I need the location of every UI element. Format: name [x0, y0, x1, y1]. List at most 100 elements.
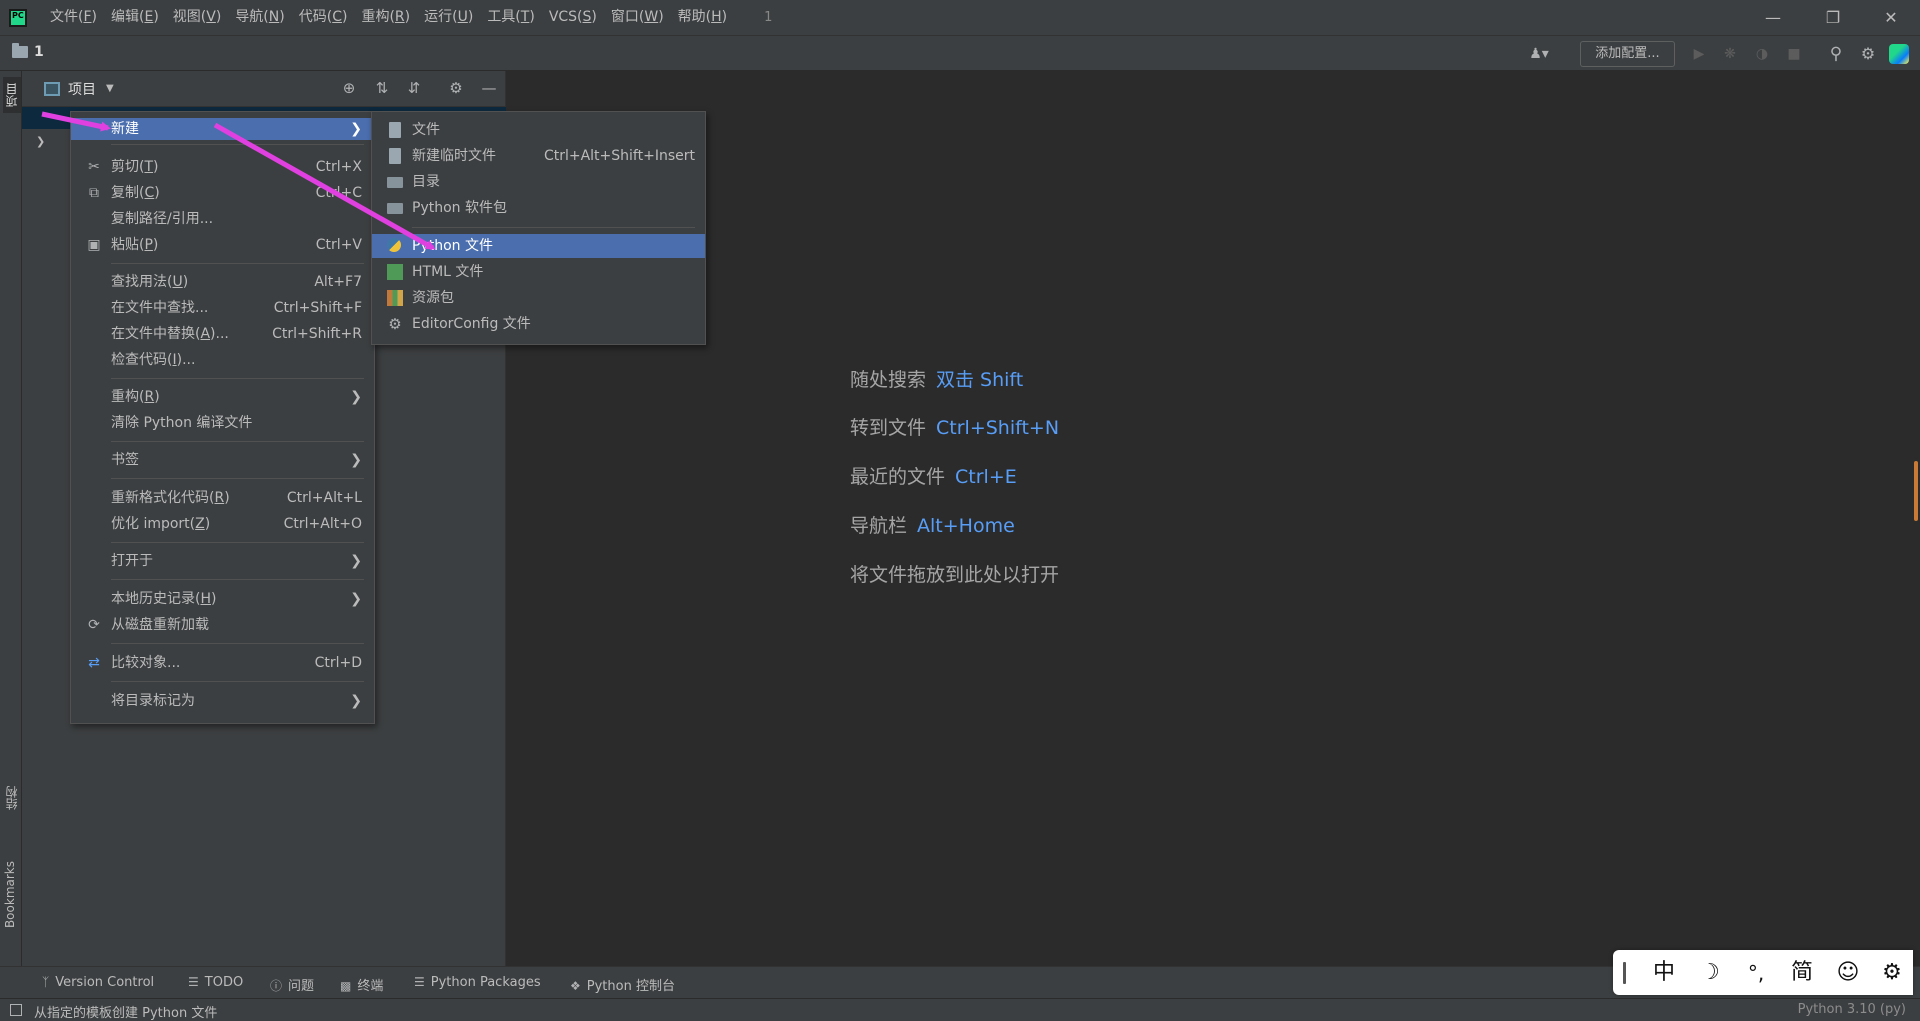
emoji-icon[interactable]: ☺	[1833, 958, 1863, 988]
folder-icon	[12, 43, 28, 58]
menu-vcs[interactable]: VCS(S)	[542, 0, 604, 35]
menu-navigate[interactable]: 导航(N)	[228, 0, 291, 35]
add-configuration-button[interactable]: 添加配置...	[1580, 41, 1675, 67]
copy-icon: ⧉	[89, 185, 99, 201]
list-icon: ☰	[188, 975, 199, 989]
package-icon	[387, 203, 403, 214]
punctuation-icon[interactable]: °,	[1741, 958, 1771, 988]
menu-item-inspect-code[interactable]: 检查代码(I)...	[71, 349, 374, 371]
panel-gear-icon[interactable]: ⚙	[447, 79, 465, 97]
locate-icon[interactable]: ⊕	[340, 79, 358, 97]
menu-item-copy[interactable]: ⧉ 复制(C) Ctrl+C	[71, 182, 374, 204]
ime-script-button[interactable]: 简	[1787, 958, 1817, 988]
context-menu: 新建 ❯ ✂ 剪切(T) Ctrl+X ⧉ 复制(C) Ctrl+C 复制路径/…	[70, 111, 375, 724]
tab-terminal[interactable]: ▩ 终端	[340, 975, 383, 994]
debug-icon[interactable]: ❋	[1721, 45, 1739, 63]
menu-separator	[412, 227, 695, 228]
code-with-me-icon[interactable]	[1889, 44, 1909, 64]
moon-icon[interactable]: ☽	[1695, 958, 1725, 988]
stop-icon[interactable]: ■	[1785, 45, 1803, 63]
menu-item-new[interactable]: 新建 ❯	[71, 118, 374, 140]
close-icon[interactable]: ✕	[1862, 0, 1920, 35]
layout-toggle-icon[interactable]	[10, 1004, 22, 1016]
chevron-right-icon: ❯	[350, 693, 362, 709]
menu-run[interactable]: 运行(U)	[417, 0, 480, 35]
tab-bookmarks[interactable]: Bookmarks	[3, 861, 17, 928]
expand-all-icon[interactable]: ⇅	[373, 79, 391, 97]
submenu-item-python-package[interactable]: Python 软件包	[372, 196, 705, 220]
search-icon[interactable]: ⚲	[1827, 45, 1845, 63]
settings-icon[interactable]: ⚙	[1877, 958, 1907, 988]
chevron-down-icon[interactable]: ▼	[106, 83, 114, 94]
user-icon[interactable]: ♟▾	[1522, 45, 1556, 63]
menu-tools[interactable]: 工具(T)	[480, 0, 542, 35]
gear-icon[interactable]: ⚙	[1859, 45, 1877, 63]
menu-view[interactable]: 视图(V)	[166, 0, 229, 35]
menu-item-compare-with[interactable]: ⇄ 比较对象... Ctrl+D	[71, 652, 374, 674]
submenu-item-editorconfig[interactable]: ⚙ EditorConfig 文件	[372, 312, 705, 336]
menu-item-reload-from-disk[interactable]: ⟳ 从磁盘重新加载	[71, 614, 374, 636]
chevron-right-icon[interactable]: ❯	[36, 135, 45, 148]
menu-separator	[111, 681, 364, 682]
menu-item-bookmarks[interactable]: 书签 ❯	[71, 449, 374, 471]
window-project-name: 1	[764, 10, 773, 25]
menu-item-optimize-imports[interactable]: 优化 import(Z) Ctrl+Alt+O	[71, 513, 374, 535]
hint-navigation-bar: 导航栏 Alt+Home	[850, 515, 1015, 537]
menu-window[interactable]: 窗口(W)	[604, 0, 671, 35]
menu-item-find-in-files[interactable]: 在文件中查找... Ctrl+Shift+F	[71, 297, 374, 319]
project-panel-header: 项目 ▼ ⊕ ⇅ ⇵ ⚙ —	[22, 71, 505, 107]
coverage-icon[interactable]: ◑	[1753, 45, 1771, 63]
menu-separator	[111, 144, 364, 145]
chevron-right-icon: ❯	[350, 389, 362, 405]
menu-item-copy-path[interactable]: 复制路径/引用...	[71, 208, 374, 230]
menu-separator	[111, 542, 364, 543]
submenu-item-python-file[interactable]: Python 文件	[372, 234, 705, 258]
submenu-item-directory[interactable]: 目录	[372, 170, 705, 194]
menu-separator	[111, 579, 364, 580]
project-panel-title[interactable]: 项目	[68, 79, 96, 99]
chevron-right-icon: ❯	[350, 121, 362, 137]
menu-item-open-in[interactable]: 打开于 ❯	[71, 550, 374, 572]
drag-handle[interactable]	[1623, 962, 1626, 984]
tab-todo[interactable]: ☰ TODO	[188, 975, 243, 990]
submenu-item-resource-bundle[interactable]: 资源包	[372, 286, 705, 310]
scroll-marker	[1914, 461, 1918, 521]
tab-python-packages[interactable]: ☰ Python Packages	[414, 975, 541, 990]
menu-item-clean-python[interactable]: 清除 Python 编译文件	[71, 412, 374, 434]
info-icon: ⓘ	[270, 979, 283, 993]
interpreter-selector[interactable]: Python 3.10 (py)	[1798, 1002, 1906, 1017]
chevron-right-icon: ❯	[350, 591, 362, 607]
python-icon: ❖	[570, 979, 581, 993]
menu-code[interactable]: 代码(C)	[292, 0, 355, 35]
menu-help[interactable]: 帮助(H)	[671, 0, 734, 35]
hide-panel-icon[interactable]: —	[480, 79, 498, 97]
run-icon[interactable]: ▶	[1690, 45, 1708, 63]
new-submenu: 文件 新建临时文件 Ctrl+Alt+Shift+Insert 目录 Pytho…	[371, 111, 706, 345]
menu-item-replace-in-files[interactable]: 在文件中替换(A)... Ctrl+Shift+R	[71, 323, 374, 345]
tab-version-control[interactable]: ᛉ Version Control	[42, 975, 154, 990]
tab-project[interactable]: 项目	[3, 77, 21, 113]
minimize-icon[interactable]: —	[1744, 0, 1802, 35]
tab-python-console[interactable]: ❖ Python 控制台	[570, 975, 675, 994]
menu-file[interactable]: 文件(F)	[43, 0, 104, 35]
tab-problems[interactable]: ⓘ 问题	[270, 975, 314, 994]
collapse-all-icon[interactable]: ⇵	[405, 79, 423, 97]
editor-area[interactable]: 随处搜索 双击 Shift 转到文件 Ctrl+Shift+N 最近的文件 Ctrl+…	[506, 71, 1920, 966]
menu-refactor[interactable]: 重构(R)	[354, 0, 417, 35]
menu-item-cut[interactable]: ✂ 剪切(T) Ctrl+X	[71, 156, 374, 178]
menu-edit[interactable]: 编辑(E)	[104, 0, 166, 35]
restore-icon[interactable]: ❐	[1804, 0, 1862, 35]
ime-mode-button[interactable]: 中	[1649, 958, 1679, 988]
menu-item-find-usages[interactable]: 查找用法(U) Alt+F7	[71, 271, 374, 293]
menu-item-mark-directory[interactable]: 将目录标记为 ❯	[71, 690, 374, 712]
menu-item-reformat-code[interactable]: 重新格式化代码(R) Ctrl+Alt+L	[71, 487, 374, 509]
submenu-item-scratch-file[interactable]: 新建临时文件 Ctrl+Alt+Shift+Insert	[372, 144, 705, 168]
left-tool-strip: 项目 结构 Bookmarks	[0, 71, 22, 966]
menu-item-refactor[interactable]: 重构(R) ❯	[71, 386, 374, 408]
menu-item-local-history[interactable]: 本地历史记录(H) ❯	[71, 588, 374, 610]
breadcrumb[interactable]: 1	[12, 43, 44, 60]
submenu-item-file[interactable]: 文件	[372, 118, 705, 142]
tab-structure[interactable]: 结构	[3, 786, 20, 810]
menu-item-paste[interactable]: ▣ 粘贴(P) Ctrl+V	[71, 234, 374, 256]
submenu-item-html-file[interactable]: HTML 文件	[372, 260, 705, 284]
